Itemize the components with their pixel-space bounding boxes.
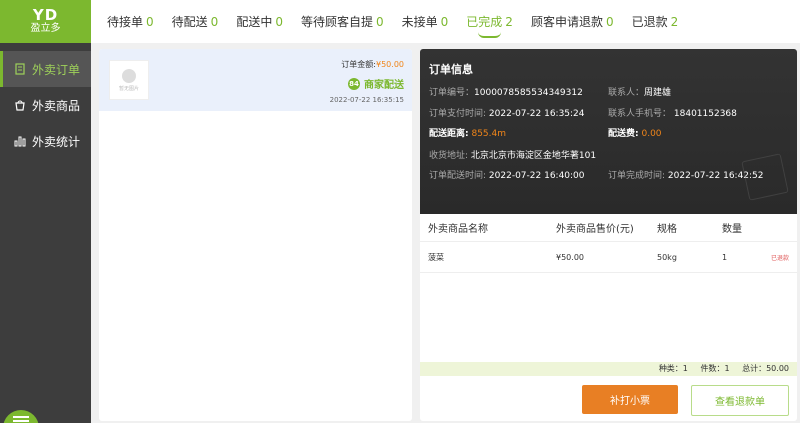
complete-time-row: 订单完成时间: 2022-07-22 16:42:52 <box>608 168 764 181</box>
tab-count: 2 <box>505 15 513 29</box>
tab-pending-accept[interactable]: 待接单 0 <box>107 13 154 30</box>
sidebar-item-stats[interactable]: 外卖统计 <box>0 123 91 159</box>
product-spec: 50kg <box>657 252 677 262</box>
contact-row: 联系人：周建雄 <box>608 85 671 98</box>
sidebar-item-label: 外卖统计 <box>32 134 81 149</box>
order-amount-value: ¥50.00 <box>376 60 404 69</box>
order-info: 订单信息 订单编号：1000078585534349312 联系人：周建雄 订单… <box>420 49 797 214</box>
table-header: 外卖商品名称 外卖商品售价(元) 规格 数量 <box>420 214 797 242</box>
fee-row: 配送费: 0.00 <box>608 126 662 139</box>
fee-label: 配送费: <box>608 129 639 139</box>
product-thumbnail: 暂无图片 <box>109 60 149 100</box>
phone-row: 联系人手机号： 18401152368 <box>608 106 737 119</box>
complete-time-label: 订单完成时间: <box>608 171 666 181</box>
refund-status: 已退款 <box>770 254 789 262</box>
tab-label: 待配送 <box>171 15 208 29</box>
tab-self-pickup[interactable]: 等待顾客自提 0 <box>301 13 384 30</box>
tab-pending-delivery[interactable]: 待配送 0 <box>172 13 219 30</box>
pay-time-label: 订单支付时间: <box>429 109 487 119</box>
bar-chart-icon <box>14 136 26 147</box>
contact-label: 联系人： <box>608 88 645 98</box>
thumbnail-text: 暂无图片 <box>118 85 139 92</box>
address-value: 北京北京市海淀区金地华著101 <box>470 151 597 161</box>
phone-value: 18401152368 <box>673 109 737 119</box>
logo-mark: YD <box>32 6 59 24</box>
tab-label: 已退款 <box>631 15 668 29</box>
summary-total: 总计：50.00 <box>742 364 789 373</box>
summary-kinds: 种类：1 <box>658 364 688 373</box>
delivery-time-row: 订单配送时间: 2022-07-22 16:40:00 <box>429 168 585 181</box>
bag-icon <box>15 100 25 111</box>
tab-count: 0 <box>440 15 449 29</box>
order-info-title: 订单信息 <box>429 63 473 76</box>
column-header: 外卖商品售价(元) <box>556 224 634 235</box>
distance-row: 配送距离: 855.4m <box>429 126 506 139</box>
tab-completed[interactable]: 已完成 2 <box>466 13 513 38</box>
ticket-watermark-icon <box>741 153 789 201</box>
order-no-value: 1000078585534349312 <box>474 88 583 98</box>
tab-label: 未接单 <box>401 15 438 29</box>
reprint-receipt-button[interactable]: 补打小票 <box>582 385 678 414</box>
column-header: 外卖商品名称 <box>428 224 488 235</box>
product-price: ¥50.00 <box>556 252 584 262</box>
tab-count: 0 <box>375 15 384 29</box>
document-icon <box>15 63 25 75</box>
merchant-delivery-icon: 84 <box>348 77 360 90</box>
tab-label: 待接单 <box>107 15 144 29</box>
distance-label: 配送距离: <box>429 129 469 139</box>
sidebar-item-label: 外卖订单 <box>32 62 81 77</box>
delivery-badge-label: 商家配送 <box>364 80 404 91</box>
pay-time-value: 2022-07-22 16:35:24 <box>488 109 585 119</box>
tab-not-accepted[interactable]: 未接单 0 <box>402 13 449 30</box>
fee-value: 0.00 <box>641 129 662 139</box>
tab-count: 0 <box>275 15 283 29</box>
product-name: 菠菜 <box>428 252 444 262</box>
phone-label: 联系人手机号： <box>608 109 672 119</box>
order-detail-panel: 订单信息 订单编号：1000078585534349312 联系人：周建雄 订单… <box>420 49 797 421</box>
distance-value: 855.4m <box>471 129 507 139</box>
delivery-time-label: 订单配送时间: <box>429 171 487 181</box>
image-placeholder-icon <box>122 68 136 83</box>
table-row: 菠菜 ¥50.00 50kg 1 已退款 <box>420 242 797 273</box>
pay-time-row: 订单支付时间: 2022-07-22 16:35:24 <box>429 106 585 119</box>
tab-label: 配送中 <box>236 15 273 29</box>
tab-count: 2 <box>670 15 679 29</box>
status-tabs: 待接单 0 待配送 0 配送中 0 等待顾客自提 0 未接单 0 已完成 2 顾客申请退款 0… <box>91 0 800 43</box>
sidebar-item-label: 外卖商品 <box>32 98 81 113</box>
summary-pieces: 件数：1 <box>700 364 730 373</box>
contact-value: 周建雄 <box>644 88 672 98</box>
tab-count: 0 <box>146 15 154 29</box>
tab-delivering[interactable]: 配送中 0 <box>236 13 283 30</box>
view-refund-button[interactable]: 查看退款单 <box>691 385 789 416</box>
logo-name: 盈立多 <box>30 23 61 34</box>
tab-count: 0 <box>210 15 219 29</box>
order-no-row: 订单编号：1000078585534349312 <box>429 85 583 98</box>
tab-count: 0 <box>605 15 614 29</box>
delivery-badge: 84 商家配送 <box>348 76 404 91</box>
tab-label: 顾客申请退款 <box>530 15 603 29</box>
order-card[interactable]: 暂无图片 订单金额:¥50.00 84 商家配送 2022-07-22 16:3… <box>99 49 412 111</box>
order-summary: 种类：1 件数：1 总计：50.00 <box>420 362 797 376</box>
tab-refunded[interactable]: 已退款 2 <box>632 13 679 30</box>
order-amount-label: 订单金额: <box>341 60 376 69</box>
sidebar: YD 盈立多 外卖订单 外卖商品 外卖统计 <box>0 0 91 423</box>
order-amount: 订单金额:¥50.00 <box>341 59 404 70</box>
menu-icon[interactable] <box>3 410 39 423</box>
order-no-label: 订单编号： <box>429 88 475 98</box>
tab-label: 已完成 <box>466 15 503 29</box>
tab-refund-requested[interactable]: 顾客申请退款 0 <box>531 13 614 30</box>
sidebar-item-products[interactable]: 外卖商品 <box>0 87 91 123</box>
address-row: 收货地址: 北京北京市海淀区金地华著101 <box>429 148 596 161</box>
column-header: 数量 <box>722 224 742 235</box>
column-header: 规格 <box>657 224 677 235</box>
order-list: 暂无图片 订单金额:¥50.00 84 商家配送 2022-07-22 16:3… <box>99 49 412 421</box>
order-time: 2022-07-22 16:35:15 <box>329 96 404 104</box>
product-qty: 1 <box>722 252 728 262</box>
address-label: 收货地址: <box>429 151 469 161</box>
delivery-time-value: 2022-07-22 16:40:00 <box>488 171 585 181</box>
sidebar-item-orders[interactable]: 外卖订单 <box>0 51 91 87</box>
tab-label: 等待顾客自提 <box>300 15 373 29</box>
logo: YD 盈立多 <box>0 0 91 43</box>
